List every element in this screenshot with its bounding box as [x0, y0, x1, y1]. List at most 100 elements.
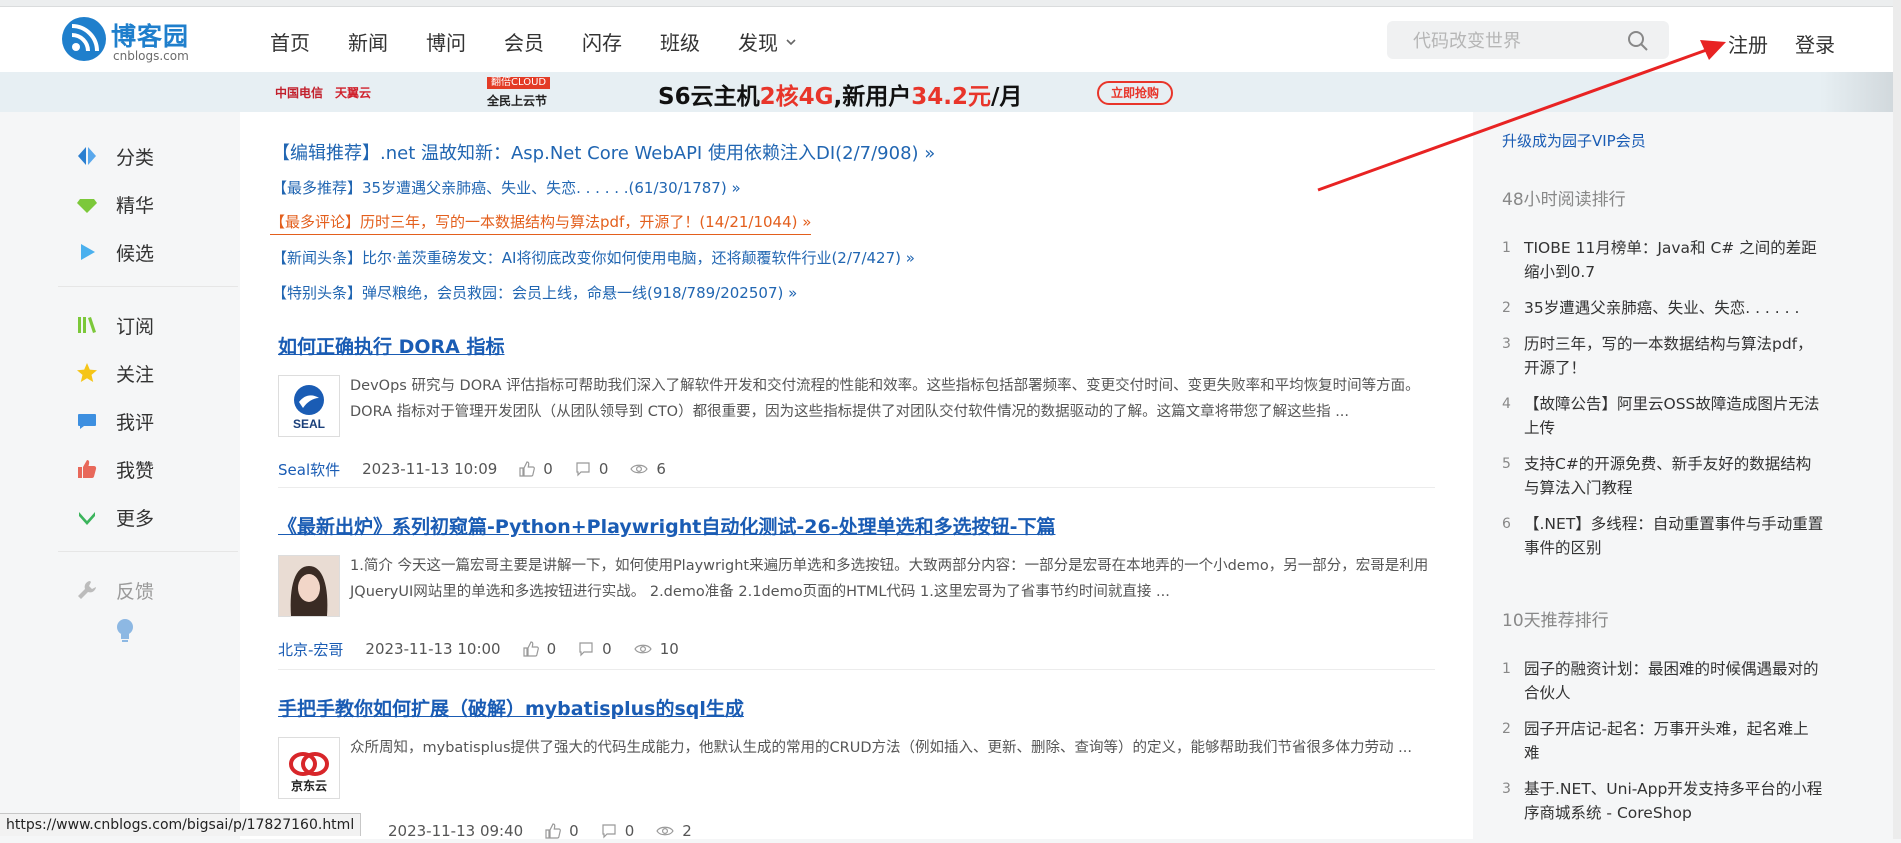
- ad-banner[interactable]: 中国电信 天翼云 翻倍CLOUD 全民上云节 S6云主机2核4G,新用户34.2…: [0, 72, 1901, 112]
- status-bar-url: https://www.cnblogs.com/bigsai/p/1782716…: [0, 813, 362, 836]
- sidebar-item-label: 候选: [116, 242, 155, 265]
- login-link[interactable]: 登录: [1795, 29, 1835, 58]
- rank-number: 3: [1502, 781, 1511, 797]
- recommend-rank-list: 1 园子的融资计划：最困难的时候偶遇最对的合伙人 2 园子开店记-起名：万事开头难，…: [1502, 657, 1832, 825]
- sidebar-divider: [58, 286, 238, 287]
- headline-part: S6云主机: [658, 84, 760, 110]
- section-title-48h: 48小时阅读排行: [1502, 190, 1626, 210]
- banner-cloud-logo: 天翼云: [335, 86, 372, 100]
- post-meta: 北京-宏哥 2023-11-13 10:00 0 0 10: [278, 637, 1435, 661]
- rank-title: 园子的融资计划：最困难的时候偶遇最对的合伙人: [1524, 660, 1819, 702]
- rank-number: 2: [1502, 721, 1511, 737]
- rank-title: 35岁遭遇父亲肺癌、失业、失恋. . . . . .: [1524, 299, 1800, 317]
- post-author[interactable]: 北京-宏哥: [278, 639, 343, 660]
- post-author-avatar[interactable]: SEAL: [278, 375, 340, 437]
- rank-number: 1: [1502, 240, 1511, 256]
- sidebar-item-feedback[interactable]: 反馈: [58, 566, 238, 614]
- register-link[interactable]: 注册: [1728, 29, 1768, 58]
- post-like-count: 0: [546, 640, 557, 658]
- nav-discover-label: 发现: [738, 31, 778, 55]
- editor-recommend-link[interactable]: 【编辑推荐】.net 温故知新：Asp.Net Core WebAPI 使用依赖…: [272, 139, 935, 165]
- post-comment-button[interactable]: 0: [575, 460, 609, 478]
- seal-logo-icon: SEAL: [293, 385, 325, 431]
- post-item: 《最新出炉》系列初窥篇-Python+Playwright自动化测试-26-处理…: [278, 512, 1435, 661]
- logo-subtitle: cnblogs.com: [113, 49, 189, 63]
- site-logo[interactable]: 博客园 cnblogs.com: [62, 15, 202, 63]
- sidebar-item-category[interactable]: 分类: [58, 132, 238, 180]
- post-author[interactable]: Seal软件: [278, 459, 340, 480]
- reading-rank-list: 1 TIOBE 11月榜单：Java和 C# 之间的差距缩小到0.7 2 35岁遭遇…: [1502, 236, 1832, 560]
- special-headline-link[interactable]: 【特别头条】弹尽粮绝，会员救园：会员上线，命悬一线(918/789/202507…: [272, 282, 797, 303]
- list-item[interactable]: 2 35岁遭遇父亲肺癌、失业、失恋. . . . . .: [1502, 296, 1832, 320]
- banner-carrier-logo: 中国电信: [275, 86, 324, 100]
- post-author-avatar[interactable]: 京东云: [278, 737, 340, 799]
- sidebar-item-label: 订阅: [116, 315, 155, 338]
- banner-buy-button[interactable]: 立即抢购: [1097, 81, 1173, 105]
- sidebar-item-candidate[interactable]: 候选: [58, 228, 238, 276]
- banner-headline: S6云主机2核4G,新用户34.2元/月: [658, 77, 1022, 111]
- post-comment-count: 0: [598, 460, 609, 478]
- sidebar-item-label: 分类: [116, 146, 155, 169]
- most-recommend-link[interactable]: 【最多推荐】35岁遭遇父亲肺癌、失业、失恋. . . . . .(61/30/1…: [272, 177, 741, 198]
- section-title-10d: 10天推荐排行: [1502, 611, 1609, 631]
- right-sidebar: 升级成为园子VIP会员 48小时阅读排行 1 TIOBE 11月榜单：Java和 …: [1502, 130, 1832, 837]
- list-item[interactable]: 3 基于.NET、Uni-App开发支持多平台的小程序商城系统 - CoreSho…: [1502, 777, 1832, 825]
- list-item[interactable]: 1 园子的融资计划：最困难的时候偶遇最对的合伙人: [1502, 657, 1832, 705]
- most-commented-link[interactable]: 【最多评论】历时三年，写的一本数据结构与算法pdf，开源了！(14/21/104…: [270, 211, 812, 235]
- list-item[interactable]: 3 历时三年，写的一本数据结构与算法pdf，开源了！: [1502, 332, 1832, 380]
- search-input[interactable]: [1387, 21, 1635, 61]
- thumbs-up-icon: [522, 641, 539, 657]
- sidebar-item-my-likes[interactable]: 我赞: [58, 445, 238, 493]
- nav-class[interactable]: 班级: [660, 27, 700, 56]
- post-item: 如何正确执行 DORA 指标 SEAL DevOps 研究与 DORA 评估指标…: [278, 332, 1435, 481]
- sidebar-item-picked[interactable]: 精华: [58, 180, 238, 228]
- sidebar-item-subscribe[interactable]: 订阅: [58, 301, 238, 349]
- post-like-button[interactable]: 0: [545, 822, 579, 840]
- search-icon[interactable]: [1627, 30, 1649, 52]
- rank-title: 【.NET】多线程：自动重置事件与手动重置事件的区别: [1524, 515, 1824, 557]
- comment-icon: [602, 824, 616, 839]
- post-comment-button[interactable]: 0: [601, 822, 634, 840]
- sidebar-item-my-comments[interactable]: 我评: [58, 397, 238, 445]
- post-summary: 1.简介 今天这一篇宏哥主要是讲解一下，如何使用Playwright来遍历单选和…: [350, 558, 1429, 600]
- nav-home[interactable]: 首页: [270, 27, 310, 56]
- sidebar-item-label: 我赞: [116, 459, 155, 482]
- list-item[interactable]: 5 支持C#的开源免费、新手友好的数据结构与算法入门教程: [1502, 452, 1832, 500]
- sidebar-item-label: 精华: [116, 194, 155, 217]
- sidebar-item-following[interactable]: 关注: [58, 349, 238, 397]
- post-author-avatar[interactable]: [278, 555, 340, 617]
- post-title[interactable]: 手把手教你如何扩展（破解）mybatisplus的sql生成: [278, 694, 1435, 721]
- nav-ing[interactable]: 闪存: [582, 27, 622, 56]
- rank-title: 历时三年，写的一本数据结构与算法pdf，开源了！: [1524, 335, 1813, 377]
- post-like-button[interactable]: 0: [519, 460, 553, 478]
- nav-discover[interactable]: 发现: [738, 27, 796, 56]
- post-title[interactable]: 《最新出炉》系列初窥篇-Python+Playwright自动化测试-26-处理…: [278, 512, 1435, 539]
- vip-upgrade-link[interactable]: 升级成为园子VIP会员: [1502, 130, 1832, 151]
- rank-title: 【故障公告】阿里云OSS故障造成图片无法上传: [1524, 395, 1820, 437]
- banner-decoration: [1820, 72, 1901, 112]
- vertical-scrollbar[interactable]: [1893, 0, 1901, 839]
- post-divider: [278, 487, 1435, 488]
- jd-cloud-logo-text: 京东云: [291, 778, 327, 793]
- rank-title: 支持C#的开源免费、新手友好的数据结构与算法入门教程: [1524, 455, 1812, 497]
- sidebar-item-label: 更多: [116, 507, 155, 530]
- news-headline-link[interactable]: 【新闻头条】比尔·盖茨重磅发文：AI将彻底改变你如何使用电脑，还将颠覆软件行业(…: [272, 247, 915, 268]
- nav-vip[interactable]: 会员: [504, 27, 544, 56]
- browser-top-strip: [0, 0, 1901, 7]
- sidebar-divider: [58, 551, 238, 552]
- post-title[interactable]: 如何正确执行 DORA 指标: [278, 332, 1435, 359]
- post-date: 2023-11-13 09:40: [388, 822, 524, 840]
- list-item[interactable]: 4 【故障公告】阿里云OSS故障造成图片无法上传: [1502, 392, 1832, 440]
- post-list-panel: 【编辑推荐】.net 温故知新：Asp.Net Core WebAPI 使用依赖…: [240, 112, 1473, 840]
- list-item[interactable]: 6 【.NET】多线程：自动重置事件与手动重置事件的区别: [1502, 512, 1832, 560]
- lightbulb-icon[interactable]: [114, 618, 136, 644]
- post-comment-button[interactable]: 0: [578, 640, 612, 658]
- play-icon: [81, 244, 95, 260]
- nav-news[interactable]: 新闻: [348, 27, 388, 56]
- sidebar-item-more[interactable]: 更多: [58, 493, 238, 541]
- post-like-button[interactable]: 0: [522, 640, 557, 658]
- thumbs-up-icon: [545, 823, 562, 839]
- nav-questions[interactable]: 博问: [426, 27, 466, 56]
- list-item[interactable]: 1 TIOBE 11月榜单：Java和 C# 之间的差距缩小到0.7: [1502, 236, 1832, 284]
- list-item[interactable]: 2 园子开店记-起名：万事开头难，起名难上难: [1502, 717, 1832, 765]
